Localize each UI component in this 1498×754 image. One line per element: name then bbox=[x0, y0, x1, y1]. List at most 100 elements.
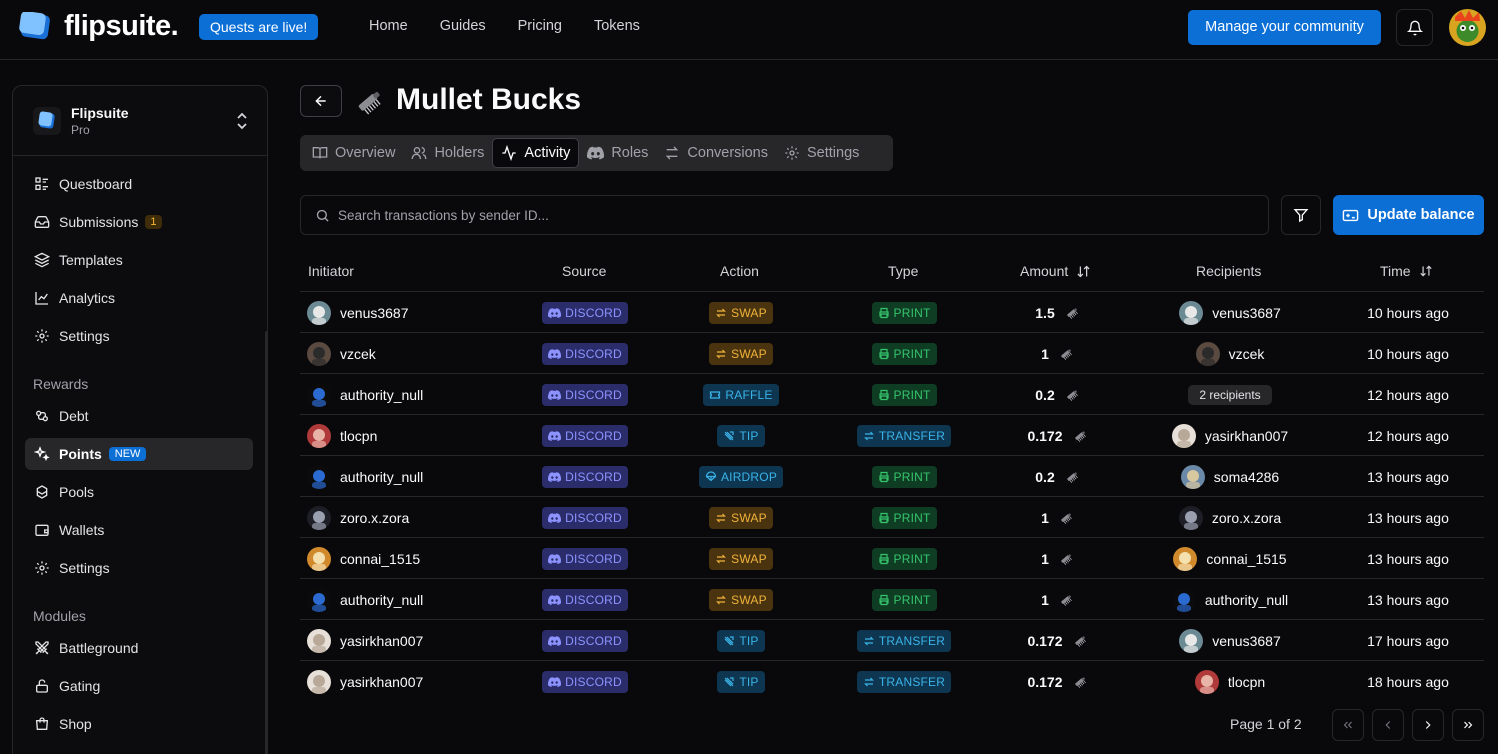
sidebar-item-pools[interactable]: Pools bbox=[25, 476, 253, 508]
manage-community-button[interactable]: Manage your community bbox=[1188, 10, 1381, 45]
nav-guides-link[interactable]: Guides bbox=[424, 18, 502, 34]
initiator-name[interactable]: tlocpn bbox=[340, 428, 377, 444]
recipient-avatar bbox=[1179, 628, 1204, 653]
ticket-icon bbox=[710, 390, 721, 399]
users-icon bbox=[412, 147, 427, 159]
search-box[interactable] bbox=[300, 195, 1269, 235]
sidebar-item-settings[interactable]: Settings bbox=[25, 320, 253, 352]
header-action[interactable]: Action bbox=[720, 263, 759, 279]
table-row[interactable]: zoro.x.zora DISCORD SWAP PRINT 1 zoro.x.… bbox=[300, 497, 1484, 538]
notifications-button[interactable] bbox=[1396, 9, 1433, 46]
type-badge: PRINT bbox=[871, 547, 937, 570]
recipient-name[interactable]: authority_null bbox=[1205, 592, 1288, 608]
initiator-name[interactable]: authority_null bbox=[340, 592, 423, 608]
action-badge: SWAP bbox=[709, 342, 773, 365]
sidebar-item-analytics[interactable]: Analytics bbox=[25, 282, 253, 314]
table-row[interactable]: vzcek DISCORD SWAP PRINT 1 vzcek 10 hour… bbox=[300, 333, 1484, 374]
user-avatar[interactable] bbox=[1449, 9, 1486, 46]
recipient-name[interactable]: connai_1515 bbox=[1206, 551, 1286, 567]
recipients-cell: 2 recipients bbox=[1140, 374, 1320, 415]
table-row[interactable]: tlocpn DISCORD TIP TRANSFER 0.172 yasirk… bbox=[300, 415, 1484, 456]
multiple-recipients-badge[interactable]: 2 recipients bbox=[1188, 384, 1272, 405]
next-page-button[interactable] bbox=[1412, 709, 1444, 741]
table-row[interactable]: venus3687 DISCORD SWAP PRINT 1.5 venus36… bbox=[300, 292, 1484, 333]
nav-tokens-link[interactable]: Tokens bbox=[578, 18, 656, 34]
sidebar-item-reward-settings[interactable]: Settings bbox=[25, 552, 253, 584]
table-row[interactable]: yasirkhan007 DISCORD TIP TRANSFER 0.172 … bbox=[300, 661, 1484, 702]
org-logo-icon bbox=[33, 107, 61, 135]
source-cell: DISCORD bbox=[542, 579, 628, 620]
initiator-name[interactable]: venus3687 bbox=[340, 305, 409, 321]
tab-roles[interactable]: Roles bbox=[579, 138, 656, 168]
type-badge: TRANSFER bbox=[856, 629, 952, 652]
recipient-name[interactable]: venus3687 bbox=[1212, 305, 1281, 321]
table-row[interactable]: connai_1515 DISCORD SWAP PRINT 1 connai_… bbox=[300, 538, 1484, 579]
brand-name[interactable]: flipsuite. bbox=[64, 10, 179, 43]
tab-holders[interactable]: Holders bbox=[403, 138, 492, 168]
rewards-section-title: Rewards bbox=[33, 376, 89, 392]
initiator-avatar bbox=[307, 505, 331, 530]
search-input[interactable] bbox=[338, 207, 1238, 223]
sidebar-item-wallets[interactable]: Wallets bbox=[25, 514, 253, 546]
last-page-button[interactable] bbox=[1452, 709, 1484, 741]
header-recipients[interactable]: Recipients bbox=[1196, 263, 1261, 279]
recipient-name[interactable]: venus3687 bbox=[1212, 633, 1281, 649]
nav-pricing-link[interactable]: Pricing bbox=[502, 18, 578, 34]
type-cell: PRINT bbox=[834, 333, 974, 374]
initiator-name[interactable]: yasirkhan007 bbox=[340, 633, 423, 649]
sidebar-item-submissions[interactable]: Submissions 1 bbox=[25, 206, 253, 238]
filter-button[interactable] bbox=[1281, 195, 1321, 235]
recipient-name[interactable]: soma4286 bbox=[1214, 469, 1279, 485]
recipient-name[interactable]: zoro.x.zora bbox=[1212, 510, 1281, 526]
tip-icon bbox=[724, 676, 734, 686]
sidebar-item-shop[interactable]: Shop bbox=[25, 708, 253, 740]
table-row[interactable]: authority_null DISCORD SWAP PRINT 1 auth… bbox=[300, 579, 1484, 620]
table-row[interactable]: yasirkhan007 DISCORD TIP TRANSFER 0.172 … bbox=[300, 620, 1484, 661]
sidebar-item-gating[interactable]: Gating bbox=[25, 670, 253, 702]
previous-page-button[interactable] bbox=[1372, 709, 1404, 741]
tab-settings[interactable]: Settings bbox=[776, 138, 867, 168]
header-time[interactable]: Time bbox=[1380, 263, 1433, 279]
tab-overview[interactable]: Overview bbox=[304, 138, 403, 168]
layers-icon bbox=[34, 252, 50, 268]
flipsuite-logo-icon[interactable] bbox=[18, 12, 52, 42]
header-type[interactable]: Type bbox=[888, 263, 918, 279]
discord-icon bbox=[587, 146, 605, 160]
update-balance-button[interactable]: Update balance bbox=[1333, 195, 1484, 235]
initiator-name[interactable]: authority_null bbox=[340, 469, 423, 485]
initiator-name[interactable]: yasirkhan007 bbox=[340, 674, 423, 690]
recipient-name[interactable]: yasirkhan007 bbox=[1205, 428, 1288, 444]
tab-conversions[interactable]: Conversions bbox=[656, 138, 776, 168]
header-source[interactable]: Source bbox=[562, 263, 606, 279]
discord-icon bbox=[548, 389, 562, 400]
header-amount[interactable]: Amount bbox=[1020, 263, 1091, 279]
table-row[interactable]: authority_null DISCORD RAFFLE PRINT 0.2 … bbox=[300, 374, 1484, 415]
quests-live-badge[interactable]: Quests are live! bbox=[199, 14, 319, 40]
org-switcher[interactable]: Flipsuite Pro bbox=[13, 86, 267, 156]
amount-value: 1 bbox=[1041, 591, 1049, 608]
sidebar-item-debt[interactable]: Debt bbox=[25, 400, 253, 432]
initiator-name[interactable]: connai_1515 bbox=[340, 551, 420, 567]
tab-activity[interactable]: Activity bbox=[492, 138, 580, 168]
recipient-name[interactable]: vzcek bbox=[1229, 346, 1265, 362]
sidebar-item-questboard[interactable]: Questboard bbox=[25, 168, 253, 200]
tab-label: Activity bbox=[524, 145, 571, 161]
sidebar-item-battleground[interactable]: Battleground bbox=[25, 632, 253, 664]
initiator-name[interactable]: vzcek bbox=[340, 346, 376, 362]
gear-icon bbox=[785, 146, 799, 160]
recipient-name[interactable]: tlocpn bbox=[1228, 674, 1265, 690]
sidebar-scrollbar[interactable] bbox=[265, 331, 267, 754]
source-badge: DISCORD bbox=[542, 670, 628, 693]
header-initiator[interactable]: Initiator bbox=[308, 263, 354, 279]
sidebar-item-templates[interactable]: Templates bbox=[25, 244, 253, 276]
first-page-button[interactable] bbox=[1332, 709, 1364, 741]
sidebar-item-points[interactable]: Points NEW bbox=[25, 438, 253, 470]
table-row[interactable]: authority_null DISCORD AIRDROP PRINT 0.2… bbox=[300, 456, 1484, 497]
initiator-name[interactable]: zoro.x.zora bbox=[340, 510, 409, 526]
back-button[interactable] bbox=[300, 85, 342, 117]
initiator-name[interactable]: authority_null bbox=[340, 387, 423, 403]
transfer-icon bbox=[863, 677, 874, 686]
nav-home-link[interactable]: Home bbox=[353, 18, 424, 34]
pagination-text: Page 1 of 2 bbox=[1230, 716, 1302, 732]
initiator-cell: authority_null bbox=[307, 456, 423, 497]
